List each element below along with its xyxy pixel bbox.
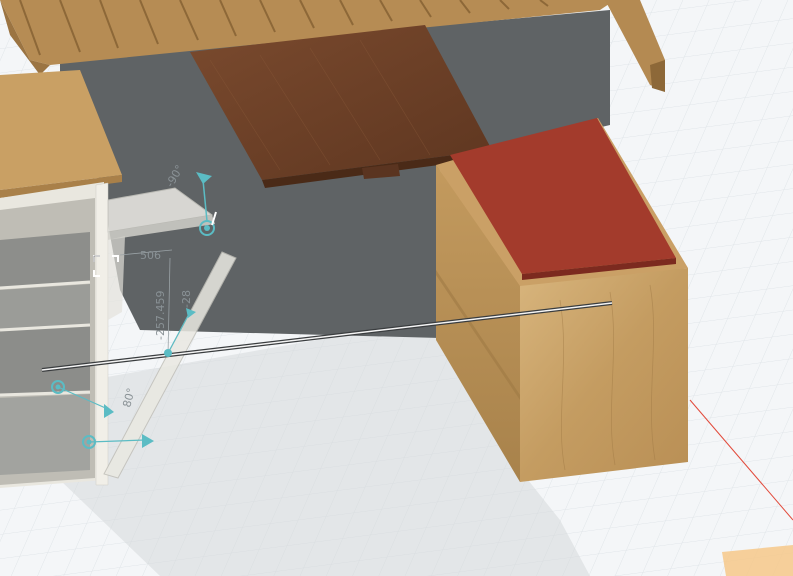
dimension-b: -257.459 [154, 291, 167, 340]
dimension-c: -28 [180, 290, 193, 308]
3d-viewport[interactable]: 506 -257.459 -28 80° -90° [0, 0, 793, 576]
left-cabinet [0, 70, 122, 488]
dimension-a: 506 [140, 249, 161, 262]
